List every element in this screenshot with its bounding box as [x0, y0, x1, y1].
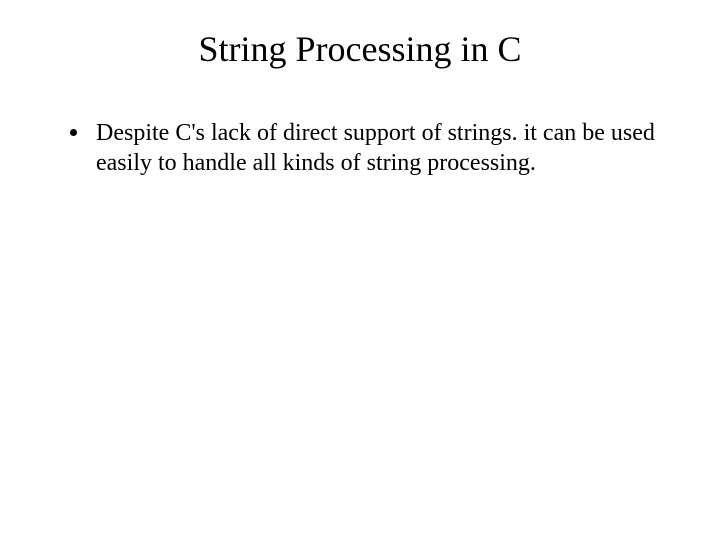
bullet-text: Despite C's lack of direct support of st…: [96, 120, 655, 176]
bullet-icon: [70, 129, 77, 136]
slide: String Processing in C Despite C's lack …: [0, 0, 720, 540]
slide-title: String Processing in C: [40, 28, 680, 70]
bullet-list: Despite C's lack of direct support of st…: [40, 118, 680, 178]
list-item: Despite C's lack of direct support of st…: [70, 118, 680, 178]
